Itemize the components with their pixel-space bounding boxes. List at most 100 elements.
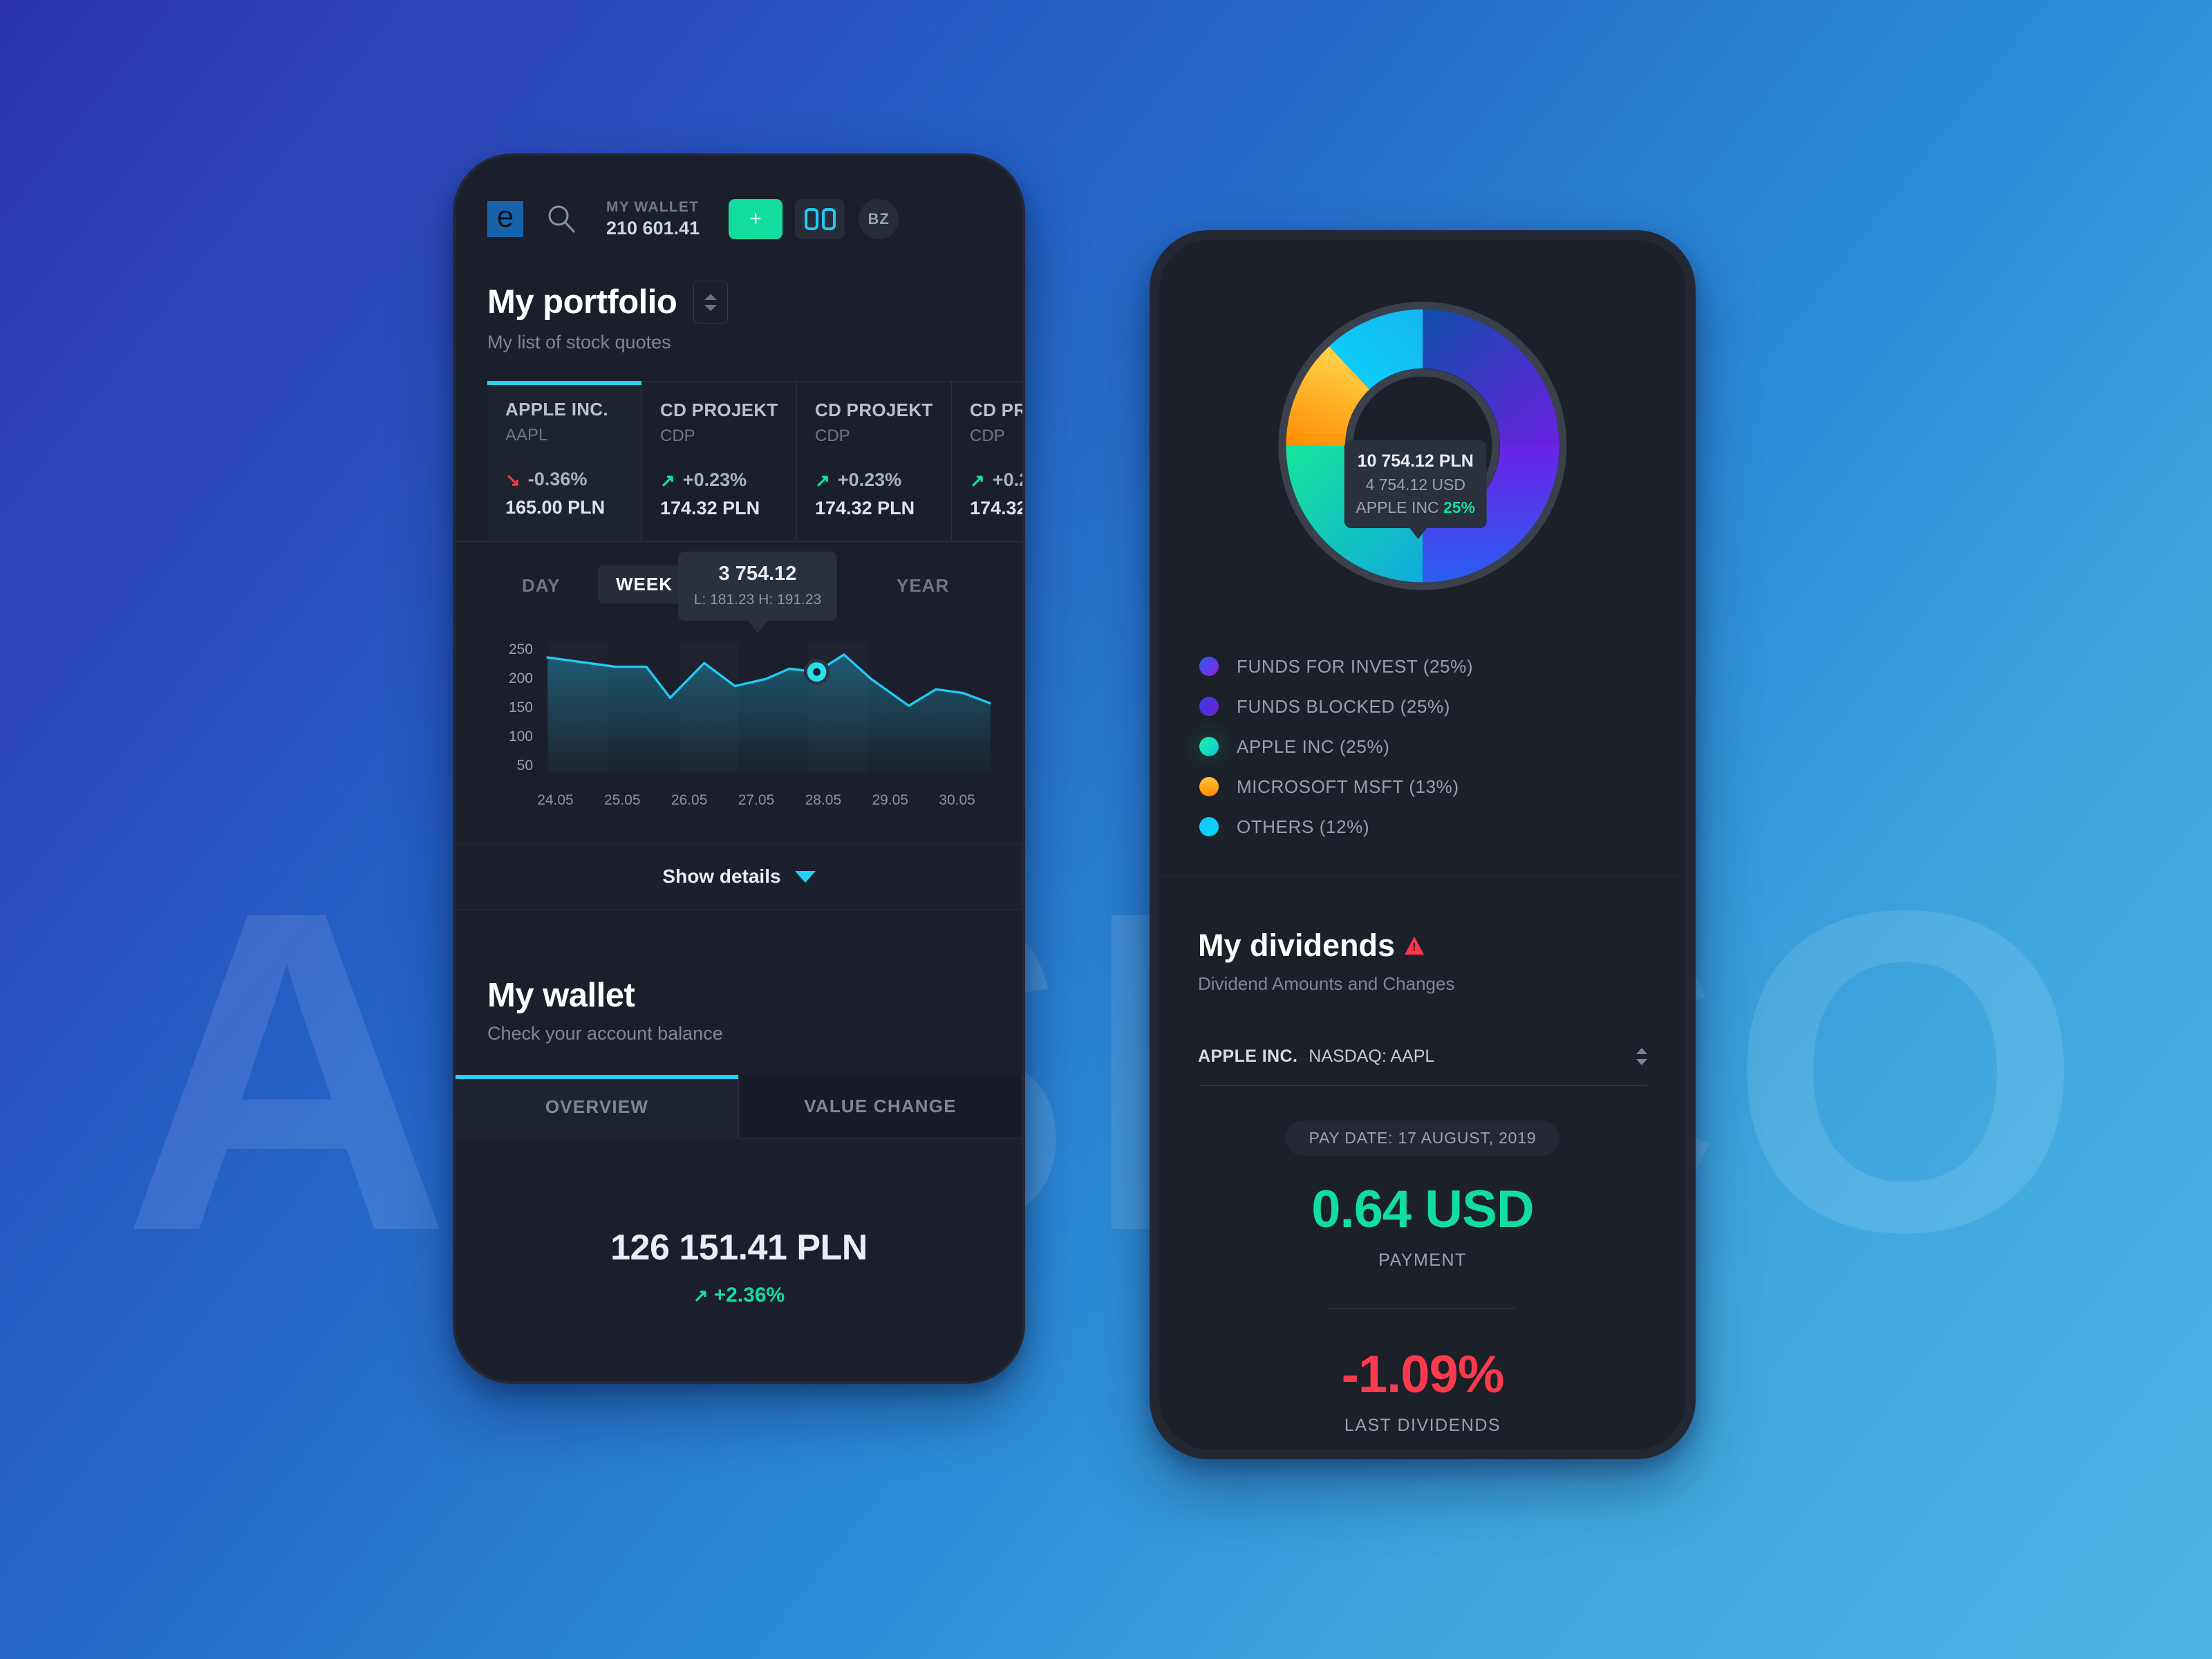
dividends-subtitle: Dividend Amounts and Changes bbox=[1198, 973, 1455, 994]
search-icon[interactable] bbox=[545, 203, 577, 235]
y-tick: 250 bbox=[508, 641, 533, 657]
wallet-delta-value: +2.36% bbox=[713, 1284, 785, 1306]
stock-name: CD PROJEKT bbox=[815, 400, 933, 420]
arrow-up-icon: ↗ bbox=[693, 1285, 709, 1306]
legend-color-dot bbox=[1199, 697, 1219, 716]
range-selector[interactable]: DAY WEEK YEAR 3 754.12 L: 181.23 H: 191.… bbox=[456, 552, 1022, 626]
stock-name: CD PRO bbox=[970, 400, 1022, 420]
allocation-donut-chart[interactable]: 10 754.12 PLN 4 754.12 USD APPLE INC 25% bbox=[1159, 259, 1686, 632]
y-axis-ticks: 250 200 150 100 50 bbox=[487, 637, 536, 782]
pay-date-badge: PAY DATE: 17 AUGUST, 2019 bbox=[1285, 1121, 1560, 1156]
stock-card[interactable]: CD PROJEKT CDP ↗ +0.23% 174.32 PLN bbox=[642, 381, 797, 541]
donut-tooltip-secondary: 4 754.12 USD bbox=[1365, 476, 1465, 494]
stock-ticker: AAPL bbox=[505, 426, 548, 444]
stock-ticker: CDP bbox=[970, 427, 1005, 445]
wallet-label: MY WALLET bbox=[606, 199, 700, 215]
legend-label: MICROSOFT MSFT (13%) bbox=[1237, 776, 1459, 797]
stock-price: 174.32 PLN bbox=[815, 498, 915, 518]
x-tick: 25.05 bbox=[604, 792, 641, 808]
payment-label: PAYMENT bbox=[1378, 1250, 1467, 1270]
dividends-title-row: My dividends bbox=[1198, 928, 1647, 964]
stock-price: 174.32 PLN bbox=[660, 498, 760, 518]
tab-value-change[interactable]: VALUE CHANGE bbox=[738, 1075, 1022, 1138]
add-button[interactable]: + bbox=[729, 199, 783, 239]
donut-tooltip-primary: 10 754.12 PLN bbox=[1357, 451, 1474, 471]
wallet-section: My wallet Check your account balance bbox=[456, 910, 1022, 1044]
stock-card[interactable]: CD PROJEKT CDP ↗ +0.23% 174.32 PLN bbox=[797, 381, 952, 541]
stock-card[interactable]: APPLE INC. AAPL ↘ -0.36% 165.00 PLN bbox=[487, 381, 642, 541]
selected-exchange: NASDAQ: AAPL bbox=[1309, 1047, 1435, 1066]
legend-item[interactable]: APPLE INC (25%) bbox=[1199, 727, 1646, 767]
stock-ticker: CDP bbox=[660, 427, 695, 445]
page-title: My portfolio bbox=[487, 283, 677, 321]
legend-item[interactable]: MICROSOFT MSFT (13%) bbox=[1199, 767, 1646, 807]
price-line-chart[interactable]: 250 200 150 100 50 bbox=[487, 637, 991, 782]
legend-item[interactable]: FUNDS FOR INVEST (25%) bbox=[1199, 646, 1646, 686]
legend-item[interactable]: FUNDS BLOCKED (25%) bbox=[1199, 686, 1646, 727]
sort-stepper-icon[interactable] bbox=[693, 281, 729, 324]
arrow-down-icon: ↘ bbox=[505, 469, 521, 490]
legend-label: FUNDS FOR INVEST (25%) bbox=[1237, 655, 1474, 677]
phone-two-screen: 10 754.12 PLN 4 754.12 USD APPLE INC 25%… bbox=[1159, 240, 1686, 1450]
stock-change-value: +0.23% bbox=[837, 469, 902, 490]
x-tick: 26.05 bbox=[671, 792, 708, 808]
divider-rule bbox=[1329, 1308, 1516, 1309]
donut-tooltip: 10 754.12 PLN 4 754.12 USD APPLE INC 25% bbox=[1344, 440, 1487, 528]
dividends-section-header: My dividends Dividend Amounts and Change… bbox=[1159, 877, 1686, 995]
legend-label: OTHERS (12%) bbox=[1237, 816, 1370, 837]
phone-mockup-dividends: 10 754.12 PLN 4 754.12 USD APPLE INC 25%… bbox=[1150, 230, 1696, 1459]
stock-price: 165.00 PLN bbox=[505, 497, 606, 518]
range-tab-day[interactable]: DAY bbox=[522, 575, 561, 597]
wallet-tabs[interactable]: OVERVIEW VALUE CHANGE bbox=[456, 1075, 1022, 1138]
y-tick: 200 bbox=[508, 671, 533, 686]
wallet-amount: 210 601.41 bbox=[606, 218, 700, 238]
wallet-summary[interactable]: MY WALLET 210 601.41 bbox=[606, 199, 700, 239]
arrow-up-icon: ↗ bbox=[660, 469, 675, 491]
wallet-title: My wallet bbox=[487, 977, 635, 1014]
selected-company: APPLE INC. bbox=[1198, 1047, 1298, 1066]
donut-tooltip-percent: 25% bbox=[1443, 498, 1475, 516]
phone-one-screen: e MY WALLET 210 601.41 + BZ My portfolio… bbox=[456, 156, 1022, 1381]
show-details-button[interactable]: Show details bbox=[456, 843, 1022, 910]
legend-color-dot bbox=[1199, 777, 1219, 796]
stock-card[interactable]: CD PRO CDP ↗ +0.2 174.32 P bbox=[952, 381, 1022, 541]
app-logo[interactable]: e bbox=[487, 201, 523, 237]
company-selector[interactable]: APPLE INC. NASDAQ: AAPL bbox=[1198, 1028, 1647, 1086]
x-axis-ticks: 24.05 25.05 26.05 27.05 28.05 29.05 30.0… bbox=[522, 792, 991, 809]
stock-price: 174.32 P bbox=[970, 498, 1022, 518]
stock-card-list[interactable]: APPLE INC. AAPL ↘ -0.36% 165.00 PLN CD P… bbox=[456, 381, 1022, 542]
last-dividends-amount: -1.09% bbox=[1341, 1345, 1505, 1404]
range-tab-year[interactable]: YEAR bbox=[897, 575, 949, 597]
y-tick: 150 bbox=[508, 700, 533, 715]
chart-tooltip: 3 754.12 L: 181.23 H: 191.23 bbox=[678, 552, 837, 621]
legend-label: FUNDS BLOCKED (25%) bbox=[1237, 695, 1451, 717]
stock-change: ↗ +0.23% bbox=[815, 469, 951, 491]
donut-legend: FUNDS FOR INVEST (25%) FUNDS BLOCKED (25… bbox=[1159, 632, 1686, 847]
line-chart-svg bbox=[546, 653, 991, 773]
range-tab-week[interactable]: WEEK bbox=[598, 565, 691, 603]
tooltip-value: 3 754.12 bbox=[718, 563, 797, 585]
last-dividends-label: LAST DIVIDENDS bbox=[1344, 1416, 1501, 1435]
chevron-down-icon bbox=[794, 870, 816, 883]
wallet-total-amount: 126 151.41 PLN bbox=[610, 1228, 868, 1268]
stock-change-value: -0.36% bbox=[527, 469, 588, 489]
phone-mockup-portfolio: e MY WALLET 210 601.41 + BZ My portfolio… bbox=[453, 153, 1025, 1384]
dividends-title: My dividends bbox=[1198, 928, 1396, 963]
y-tick: 100 bbox=[508, 729, 533, 744]
app-header: e MY WALLET 210 601.41 + BZ bbox=[456, 156, 1022, 239]
tab-overview[interactable]: OVERVIEW bbox=[456, 1075, 738, 1138]
selector-stepper-icon[interactable] bbox=[1636, 1048, 1647, 1065]
legend-item[interactable]: OTHERS (12%) bbox=[1199, 807, 1646, 847]
avatar[interactable]: BZ bbox=[859, 199, 899, 239]
stock-ticker: CDP bbox=[815, 427, 850, 445]
x-tick: 24.05 bbox=[537, 792, 574, 808]
donut-tooltip-company: APPLE INC bbox=[1356, 498, 1439, 516]
legend-color-dot bbox=[1199, 817, 1219, 836]
wallet-delta: ↗ +2.36% bbox=[456, 1284, 1022, 1307]
x-tick: 29.05 bbox=[872, 792, 908, 808]
legend-color-dot bbox=[1199, 657, 1219, 676]
page-subtitle: My list of stock quotes bbox=[487, 332, 671, 353]
brand-watermark: ASSECO bbox=[122, 816, 2090, 1326]
cards-view-icon[interactable] bbox=[795, 199, 845, 239]
payment-amount: 0.64 USD bbox=[1311, 1180, 1535, 1239]
